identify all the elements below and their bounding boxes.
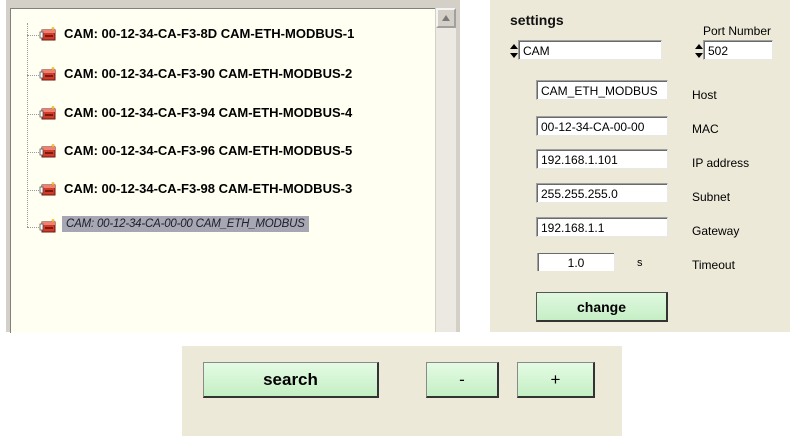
- tree-item-device-5[interactable]: CAM: 00-12-34-CA-F3-98 CAM-ETH-MODBUS-3: [19, 178, 429, 200]
- device-tree-panel: CAM: 00-12-34-CA-F3-8D CAM-ETH-MODBUS-1 …: [6, 0, 460, 333]
- timeout-unit: s: [637, 257, 643, 269]
- change-button[interactable]: change: [536, 292, 668, 322]
- device-icon: [39, 219, 56, 233]
- mac-label: MAC: [692, 122, 719, 136]
- tree-item-device-3[interactable]: CAM: 00-12-34-CA-F3-94 CAM-ETH-MODBUS-4: [19, 102, 429, 124]
- search-button[interactable]: search: [203, 362, 379, 398]
- tree-scrollbar[interactable]: [436, 8, 456, 332]
- timeout-label: Timeout: [692, 258, 735, 272]
- device-tree[interactable]: CAM: 00-12-34-CA-F3-8D CAM-ETH-MODBUS-1 …: [10, 8, 435, 333]
- ip-address-field[interactable]: 192.168.1.101: [536, 149, 668, 169]
- device-type-field[interactable]: CAM: [518, 40, 662, 60]
- settings-panel: settings Port Number CAM 502 CAM_ETH_MOD…: [490, 0, 790, 332]
- tree-item-label: CAM: 00-12-34-CA-F3-94 CAM-ETH-MODBUS-4: [64, 105, 353, 120]
- device-icon: [39, 67, 56, 81]
- subnet-label: Subnet: [692, 190, 731, 204]
- tree-item-label: CAM: 00-12-34-CA-F3-96 CAM-ETH-MODBUS-5: [64, 143, 353, 158]
- subnet-field[interactable]: 255.255.255.0: [536, 183, 668, 203]
- scroll-up-button[interactable]: [436, 8, 456, 28]
- settings-title: settings: [510, 12, 564, 28]
- remove-button[interactable]: -: [426, 362, 499, 398]
- device-icon: [39, 182, 56, 196]
- tree-item-device-1[interactable]: CAM: 00-12-34-CA-F3-8D CAM-ETH-MODBUS-1: [19, 23, 429, 45]
- device-icon: [39, 106, 56, 120]
- spin-arrows-icon: [510, 44, 518, 58]
- port-number-label: Port Number: [703, 24, 772, 38]
- device-icon: [39, 144, 56, 158]
- tree-item-label: CAM: 00-12-34-CA-F3-8D CAM-ETH-MODBUS-1: [64, 26, 355, 41]
- arrow-up-icon: [442, 15, 450, 21]
- ip-address-label: IP address: [692, 156, 750, 170]
- add-button[interactable]: +: [517, 362, 595, 398]
- mac-field[interactable]: 00-12-34-CA-00-00: [536, 116, 668, 136]
- type-spinner[interactable]: [510, 43, 518, 59]
- gateway-field[interactable]: 192.168.1.1: [536, 217, 668, 237]
- gateway-label: Gateway: [692, 224, 740, 238]
- tree-item-device-selected[interactable]: CAM: 00-12-34-CA-00-00 CAM_ETH_MODBUS: [19, 215, 429, 237]
- host-label: Host: [692, 88, 717, 102]
- tree-item-device-4[interactable]: CAM: 00-12-34-CA-F3-96 CAM-ETH-MODBUS-5: [19, 140, 429, 162]
- tree-item-label: CAM: 00-12-34-CA-F3-90 CAM-ETH-MODBUS-2: [64, 66, 353, 81]
- port-number-field[interactable]: 502: [703, 40, 773, 60]
- host-field[interactable]: CAM_ETH_MODBUS: [536, 80, 668, 100]
- spin-arrows-icon: [695, 44, 703, 58]
- tree-item-label: CAM: 00-12-34-CA-F3-98 CAM-ETH-MODBUS-3: [64, 181, 353, 196]
- timeout-row: 1.0 s: [536, 252, 668, 272]
- port-spinner[interactable]: [695, 43, 703, 59]
- timeout-field[interactable]: 1.0: [537, 253, 615, 271]
- device-icon: [39, 27, 56, 41]
- action-toolbar: search - +: [182, 346, 622, 436]
- tree-item-label: CAM: 00-12-34-CA-00-00 CAM_ETH_MODBUS: [62, 216, 309, 232]
- tree-item-device-2[interactable]: CAM: 00-12-34-CA-F3-90 CAM-ETH-MODBUS-2: [19, 63, 429, 85]
